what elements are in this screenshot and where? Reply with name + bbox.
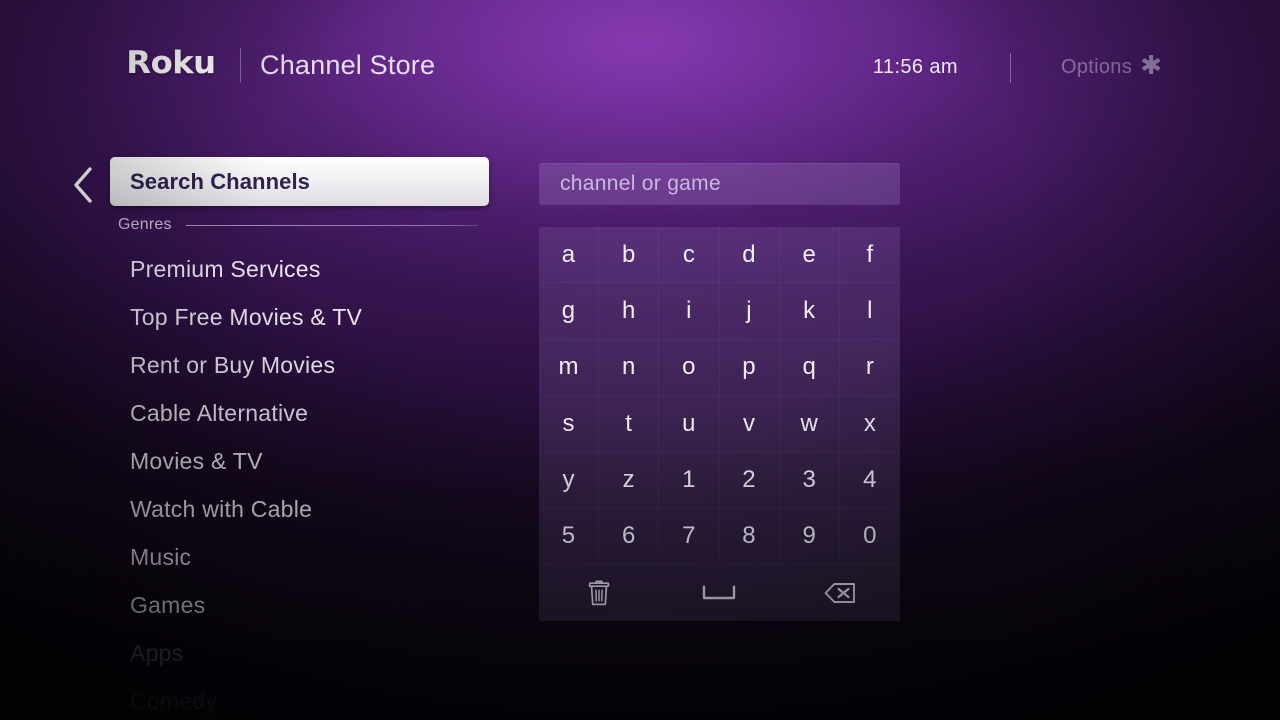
sidebar-item-genre[interactable]: Premium Services [130,256,321,283]
keyboard-key-a[interactable]: a [539,227,600,284]
sidebar-item-genre[interactable]: Movies & TV [130,448,263,475]
keyboard-key-o[interactable]: o [659,339,720,396]
header-bar: Roku Channel Store 11:56 am Options ✱ [0,0,1280,120]
sidebar-item-genre[interactable]: Comedy [130,688,217,715]
keyboard-key-p[interactable]: p [719,339,780,396]
keyboard-key-4[interactable]: 4 [839,452,900,509]
sidebar-item-genre[interactable]: Top Free Movies & TV [130,304,362,331]
sidebar: Search Channels Genres Premium Services T… [0,140,520,720]
sidebar-item-label: Comedy [130,688,218,714]
page-title: Channel Store [260,50,436,80]
keyboard-key-b[interactable]: b [599,227,660,284]
keyboard-key-v[interactable]: v [719,395,780,453]
sidebar-item-genre[interactable]: Rent or Buy Movies [130,352,335,379]
keyboard-key-grid: abcdef ghijkl mnopqr stuvwx yz1234 567890 [539,227,900,565]
sidebar-item-label: Rent or Buy Movies [130,352,336,378]
keyboard-key-2[interactable]: 2 [719,452,780,509]
options-button[interactable]: Options [1061,56,1132,79]
keyboard-key-k[interactable]: k [779,283,840,340]
sidebar-item-label: Movies & TV [130,448,263,474]
sidebar-item-search-channels[interactable]: Search Channels [110,157,489,206]
header-divider-left [240,48,241,82]
keyboard-key-6[interactable]: 6 [599,508,660,565]
sidebar-item-label: Music [130,544,192,570]
sidebar-item-label: Top Free Movies & TV [130,304,363,330]
keyboard-key-m[interactable]: m [539,339,600,396]
keyboard-key-d[interactable]: d [719,227,780,284]
space-key[interactable] [659,565,779,621]
keyboard-key-t[interactable]: t [599,395,660,453]
search-placeholder: channel or game [560,172,721,195]
backspace-icon [824,583,855,603]
keyboard-key-7[interactable]: 7 [659,508,720,565]
search-input[interactable]: channel or game [539,163,900,205]
keyboard-key-f[interactable]: f [839,227,900,284]
sidebar-item-label: Search Channels [130,168,311,194]
keyboard-key-1[interactable]: 1 [659,452,720,509]
asterisk-icon[interactable]: ✱ [1140,52,1162,78]
keyboard-key-l[interactable]: l [839,283,900,340]
keyboard-key-w[interactable]: w [779,395,840,453]
header-divider-right [1010,53,1011,83]
sidebar-item-label: Premium Services [130,256,321,282]
keyboard-key-h[interactable]: h [599,283,660,340]
sidebar-item-label: Apps [130,640,184,666]
keyboard-key-j[interactable]: j [719,283,780,340]
on-screen-keyboard: abcdef ghijkl mnopqr stuvwx yz1234 567890 [539,227,900,621]
keyboard-key-0[interactable]: 0 [839,509,900,565]
roku-logo: Roku [126,45,216,81]
clear-key[interactable] [539,565,659,621]
keyboard-key-e[interactable]: e [779,227,840,284]
sidebar-item-genre[interactable]: Watch with Cable [130,496,312,523]
space-bar-icon [703,585,736,600]
sidebar-item-label: Cable Alternative [130,400,309,426]
keyboard-key-3[interactable]: 3 [779,452,840,509]
genres-label: Genres [118,216,172,233]
backspace-key[interactable] [780,565,900,621]
keyboard-key-i[interactable]: i [659,283,720,340]
keyboard-key-5[interactable]: 5 [539,508,600,565]
roku-channel-store-screen: Roku Channel Store 11:56 am Options ✱ Se… [0,0,1280,720]
keyboard-function-row [539,565,900,621]
sidebar-item-genre[interactable]: Games [130,592,205,619]
genres-divider [185,224,478,226]
keyboard-key-s[interactable]: s [539,395,600,453]
keyboard-key-c[interactable]: c [659,227,720,284]
keyboard-key-r[interactable]: r [839,340,900,396]
sidebar-item-genre[interactable]: Cable Alternative [130,400,308,427]
keyboard-key-q[interactable]: q [779,339,840,396]
keyboard-key-n[interactable]: n [599,339,660,396]
keyboard-key-g[interactable]: g [539,283,600,340]
trash-icon [588,580,610,606]
chevron-left-icon[interactable] [68,164,98,206]
sidebar-item-label: Watch with Cable [130,496,313,522]
keyboard-key-y[interactable]: y [539,452,600,509]
keyboard-key-9[interactable]: 9 [779,508,840,565]
sidebar-item-label: Games [130,592,206,618]
keyboard-key-x[interactable]: x [839,396,900,453]
sidebar-item-genre[interactable]: Music [130,544,191,571]
keyboard-key-u[interactable]: u [659,395,720,453]
search-panel: channel or game abcdef ghijkl mnopqr stuvwx… [539,163,900,621]
keyboard-key-z[interactable]: z [599,452,660,509]
genres-section-header: Genres [118,214,478,236]
clock: 11:56 am [872,56,958,78]
sidebar-item-genre[interactable]: Apps [130,640,183,667]
keyboard-key-8[interactable]: 8 [719,508,780,565]
